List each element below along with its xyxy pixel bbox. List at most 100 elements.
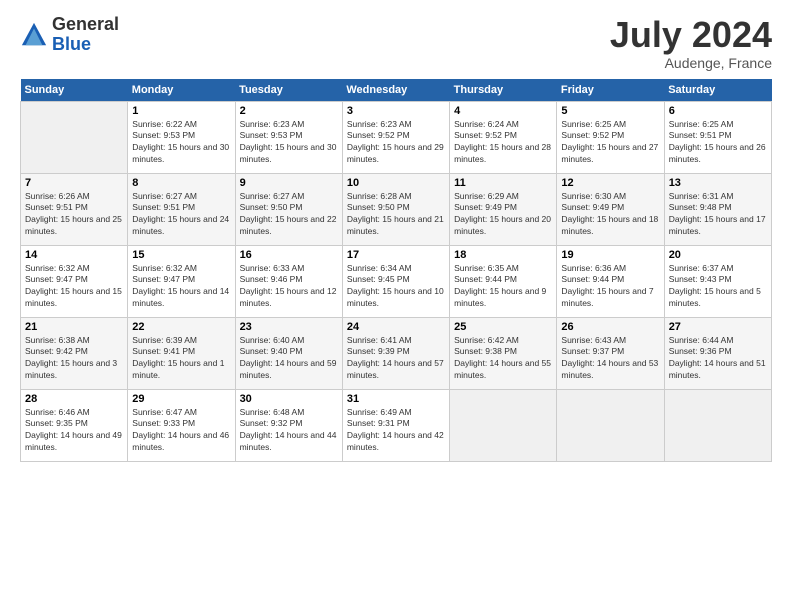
day-number: 7	[25, 177, 123, 189]
col-monday: Monday	[128, 79, 235, 102]
day-info: Sunrise: 6:35 AMSunset: 9:44 PMDaylight:…	[454, 263, 552, 311]
table-row: 13 Sunrise: 6:31 AMSunset: 9:48 PMDayligh…	[664, 173, 771, 245]
day-number: 4	[454, 105, 552, 117]
day-info: Sunrise: 6:29 AMSunset: 9:49 PMDaylight:…	[454, 191, 552, 239]
day-number: 15	[132, 249, 230, 261]
table-row	[664, 389, 771, 461]
table-row: 23 Sunrise: 6:40 AMSunset: 9:40 PMDayligh…	[235, 317, 342, 389]
col-sunday: Sunday	[21, 79, 128, 102]
day-info: Sunrise: 6:33 AMSunset: 9:46 PMDaylight:…	[240, 263, 338, 311]
table-row	[21, 101, 128, 173]
table-row: 20Sunrise: 6:37 AMSunset: 9:43 PMDayligh…	[664, 245, 771, 317]
day-info: Sunrise: 6:42 AMSunset: 9:38 PMDaylight:…	[454, 335, 552, 383]
header: General Blue July 2024 Audenge, France	[20, 15, 772, 71]
table-row: 27Sunrise: 6:44 AMSunset: 9:36 PMDayligh…	[664, 317, 771, 389]
logo-general: General	[52, 14, 119, 34]
day-info: Sunrise: 6:23 AMSunset: 9:53 PMDaylight:…	[240, 119, 338, 167]
calendar-week-row: 7 Sunrise: 6:26 AMSunset: 9:51 PMDaylight…	[21, 173, 772, 245]
day-number: 10	[347, 177, 445, 189]
day-number: 1	[132, 105, 230, 117]
col-tuesday: Tuesday	[235, 79, 342, 102]
table-row: 5 Sunrise: 6:25 AMSunset: 9:52 PMDaylight…	[557, 101, 664, 173]
day-info: Sunrise: 6:40 AMSunset: 9:40 PMDaylight:…	[240, 335, 338, 383]
calendar-week-row: 21 Sunrise: 6:38 AMSunset: 9:42 PMDayligh…	[21, 317, 772, 389]
day-info: Sunrise: 6:22 AMSunset: 9:53 PMDaylight:…	[132, 119, 230, 167]
day-number: 30	[240, 393, 338, 405]
table-row: 16 Sunrise: 6:33 AMSunset: 9:46 PMDayligh…	[235, 245, 342, 317]
calendar-week-row: 28Sunrise: 6:46 AMSunset: 9:35 PMDayligh…	[21, 389, 772, 461]
table-row: 15 Sunrise: 6:32 AMSunset: 9:47 PMDayligh…	[128, 245, 235, 317]
day-info: Sunrise: 6:23 AMSunset: 9:52 PMDaylight:…	[347, 119, 445, 167]
day-number: 2	[240, 105, 338, 117]
table-row: 6 Sunrise: 6:25 AMSunset: 9:51 PMDaylight…	[664, 101, 771, 173]
day-number: 28	[25, 393, 123, 405]
day-info: Sunrise: 6:34 AMSunset: 9:45 PMDaylight:…	[347, 263, 445, 311]
table-row: 25 Sunrise: 6:42 AMSunset: 9:38 PMDayligh…	[450, 317, 557, 389]
day-number: 21	[25, 321, 123, 333]
day-number: 31	[347, 393, 445, 405]
day-info: Sunrise: 6:26 AMSunset: 9:51 PMDaylight:…	[25, 191, 123, 239]
day-info: Sunrise: 6:43 AMSunset: 9:37 PMDaylight:…	[561, 335, 659, 383]
table-row: 18 Sunrise: 6:35 AMSunset: 9:44 PMDayligh…	[450, 245, 557, 317]
day-number: 23	[240, 321, 338, 333]
day-info: Sunrise: 6:28 AMSunset: 9:50 PMDaylight:…	[347, 191, 445, 239]
day-info: Sunrise: 6:27 AMSunset: 9:51 PMDaylight:…	[132, 191, 230, 239]
day-info: Sunrise: 6:25 AMSunset: 9:51 PMDaylight:…	[669, 119, 767, 167]
day-number: 5	[561, 105, 659, 117]
day-info: Sunrise: 6:24 AMSunset: 9:52 PMDaylight:…	[454, 119, 552, 167]
table-row: 29Sunrise: 6:47 AMSunset: 9:33 PMDayligh…	[128, 389, 235, 461]
logo-icon	[20, 21, 48, 49]
day-info: Sunrise: 6:30 AMSunset: 9:49 PMDaylight:…	[561, 191, 659, 239]
logo: General Blue	[20, 15, 119, 55]
table-row: 22 Sunrise: 6:39 AMSunset: 9:41 PMDayligh…	[128, 317, 235, 389]
day-info: Sunrise: 6:27 AMSunset: 9:50 PMDaylight:…	[240, 191, 338, 239]
table-row: 24 Sunrise: 6:41 AMSunset: 9:39 PMDayligh…	[342, 317, 449, 389]
day-number: 16	[240, 249, 338, 261]
col-wednesday: Wednesday	[342, 79, 449, 102]
table-row: 21 Sunrise: 6:38 AMSunset: 9:42 PMDayligh…	[21, 317, 128, 389]
day-number: 11	[454, 177, 552, 189]
calendar-table: Sunday Monday Tuesday Wednesday Thursday…	[20, 79, 772, 462]
day-number: 25	[454, 321, 552, 333]
month-title: July 2024	[610, 15, 772, 55]
day-number: 29	[132, 393, 230, 405]
day-number: 3	[347, 105, 445, 117]
day-info: Sunrise: 6:38 AMSunset: 9:42 PMDaylight:…	[25, 335, 123, 383]
day-number: 9	[240, 177, 338, 189]
table-row: 12 Sunrise: 6:30 AMSunset: 9:49 PMDayligh…	[557, 173, 664, 245]
day-number: 17	[347, 249, 445, 261]
table-row: 9 Sunrise: 6:27 AMSunset: 9:50 PMDaylight…	[235, 173, 342, 245]
day-info: Sunrise: 6:32 AMSunset: 9:47 PMDaylight:…	[132, 263, 230, 311]
day-number: 6	[669, 105, 767, 117]
col-saturday: Saturday	[664, 79, 771, 102]
logo-text: General Blue	[52, 15, 119, 55]
table-row: 17 Sunrise: 6:34 AMSunset: 9:45 PMDayligh…	[342, 245, 449, 317]
day-number: 19	[561, 249, 659, 261]
day-number: 12	[561, 177, 659, 189]
col-friday: Friday	[557, 79, 664, 102]
table-row: 2 Sunrise: 6:23 AMSunset: 9:53 PMDaylight…	[235, 101, 342, 173]
day-info: Sunrise: 6:41 AMSunset: 9:39 PMDaylight:…	[347, 335, 445, 383]
table-row: 30Sunrise: 6:48 AMSunset: 9:32 PMDayligh…	[235, 389, 342, 461]
logo-blue: Blue	[52, 34, 91, 54]
table-row: 26Sunrise: 6:43 AMSunset: 9:37 PMDayligh…	[557, 317, 664, 389]
day-info: Sunrise: 6:36 AMSunset: 9:44 PMDaylight:…	[561, 263, 659, 311]
day-number: 13	[669, 177, 767, 189]
day-info: Sunrise: 6:25 AMSunset: 9:52 PMDaylight:…	[561, 119, 659, 167]
table-row: 11 Sunrise: 6:29 AMSunset: 9:49 PMDayligh…	[450, 173, 557, 245]
day-number: 8	[132, 177, 230, 189]
day-info: Sunrise: 6:31 AMSunset: 9:48 PMDaylight:…	[669, 191, 767, 239]
table-row: 7 Sunrise: 6:26 AMSunset: 9:51 PMDaylight…	[21, 173, 128, 245]
day-info: Sunrise: 6:37 AMSunset: 9:43 PMDaylight:…	[669, 263, 767, 311]
day-info: Sunrise: 6:39 AMSunset: 9:41 PMDaylight:…	[132, 335, 230, 383]
day-number: 24	[347, 321, 445, 333]
table-row: 10 Sunrise: 6:28 AMSunset: 9:50 PMDayligh…	[342, 173, 449, 245]
day-number: 22	[132, 321, 230, 333]
table-row: 1 Sunrise: 6:22 AMSunset: 9:53 PMDaylight…	[128, 101, 235, 173]
title-block: July 2024 Audenge, France	[610, 15, 772, 71]
day-number: 18	[454, 249, 552, 261]
table-row: 4 Sunrise: 6:24 AMSunset: 9:52 PMDaylight…	[450, 101, 557, 173]
table-row	[450, 389, 557, 461]
table-row: 31Sunrise: 6:49 AMSunset: 9:31 PMDayligh…	[342, 389, 449, 461]
day-number: 14	[25, 249, 123, 261]
